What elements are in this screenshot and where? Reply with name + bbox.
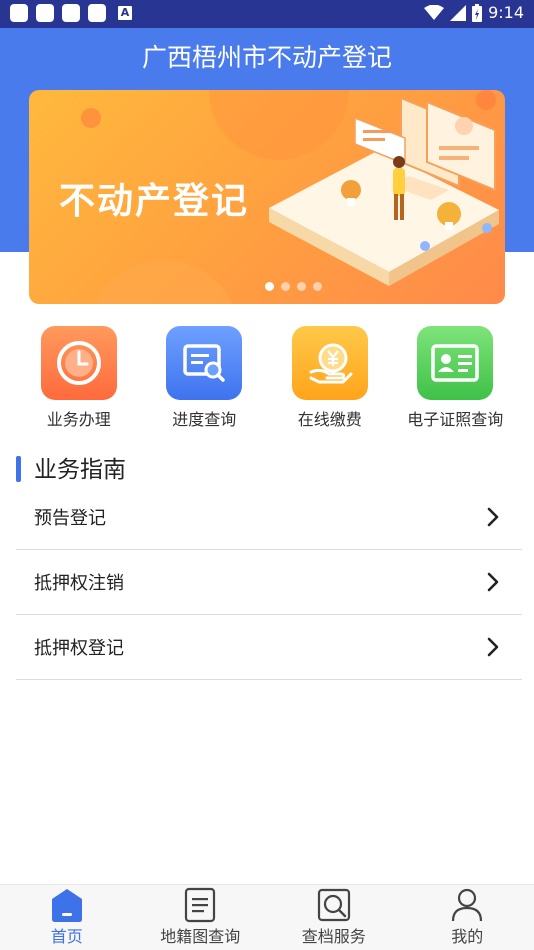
banner-illustration [269, 96, 499, 286]
home-icon [51, 889, 82, 922]
document-search-icon [166, 326, 243, 400]
banner-pagination [29, 282, 505, 291]
list-item-label: 抵押权注销 [34, 573, 124, 594]
quick-action-label: 业务办理 [46, 410, 111, 429]
pagination-dot[interactable] [264, 282, 274, 291]
list-item-label: 抵押权登记 [34, 638, 124, 659]
page-title: 广西梧州市不动产登记 [141, 43, 392, 72]
banner-title: 不动产登记 [59, 181, 250, 222]
tab-profile[interactable]: 我的 [401, 885, 534, 950]
quick-action-label: 电子证照查询 [407, 410, 504, 429]
quick-action-progress[interactable]: 进度查询 [142, 326, 268, 430]
notification-icon [88, 4, 106, 22]
battery-icon [472, 3, 483, 22]
status-bar: A 9:14 [0, 0, 534, 28]
search-icon [317, 888, 350, 922]
pagination-dot[interactable] [312, 282, 322, 291]
yuan-payment-icon [291, 326, 368, 400]
promo-banner[interactable]: 不动产登记 [29, 90, 505, 304]
section-title: 业务指南 [34, 457, 126, 483]
notification-icons: A [10, 4, 132, 22]
guide-list: 预告登记 抵押权注销 抵押权登记 [16, 485, 522, 680]
list-item-label: 预告登记 [34, 508, 106, 529]
clock-icon [40, 326, 117, 400]
quick-action-e-certificate[interactable]: 电子证照查询 [393, 326, 519, 430]
section-accent-bar [16, 456, 21, 482]
pagination-dot[interactable] [296, 282, 306, 291]
notification-icon [10, 4, 28, 22]
wifi-icon [424, 4, 445, 20]
quick-action-label: 在线缴费 [297, 410, 362, 429]
id-card-icon [417, 326, 494, 400]
pagination-dot[interactable] [280, 282, 290, 291]
quick-action-payment[interactable]: 在线缴费 [267, 326, 393, 430]
list-item[interactable]: 预告登记 [16, 485, 522, 550]
tab-archive-service[interactable]: 查档服务 [267, 885, 401, 950]
chevron-right-icon [487, 507, 499, 527]
tab-label: 首页 [50, 927, 83, 946]
quick-action-label: 进度查询 [172, 410, 237, 429]
user-icon [452, 888, 483, 922]
tab-label: 地籍图查询 [160, 927, 241, 946]
quick-action-business[interactable]: 业务办理 [16, 326, 142, 430]
clock-time: 9:14 [488, 3, 524, 22]
tab-label: 我的 [451, 927, 484, 946]
bottom-tab-bar: 首页 地籍图查询 查档服务 我的 [0, 884, 534, 950]
signal-icon [450, 4, 467, 21]
tab-home[interactable]: 首页 [0, 885, 134, 950]
notification-icon [36, 4, 54, 22]
banner-decoration [81, 108, 101, 128]
notification-icon [62, 4, 80, 22]
chevron-right-icon [487, 637, 499, 657]
tab-cadastral-map[interactable]: 地籍图查询 [134, 885, 268, 950]
keyboard-icon: A [118, 6, 132, 20]
document-icon [185, 887, 216, 923]
list-item[interactable]: 抵押权登记 [16, 615, 522, 680]
list-item[interactable]: 抵押权注销 [16, 550, 522, 615]
chevron-right-icon [487, 572, 499, 592]
quick-actions: 业务办理 进度查询 在线缴费 电子证照查询 [16, 326, 518, 430]
tab-label: 查档服务 [301, 927, 366, 946]
